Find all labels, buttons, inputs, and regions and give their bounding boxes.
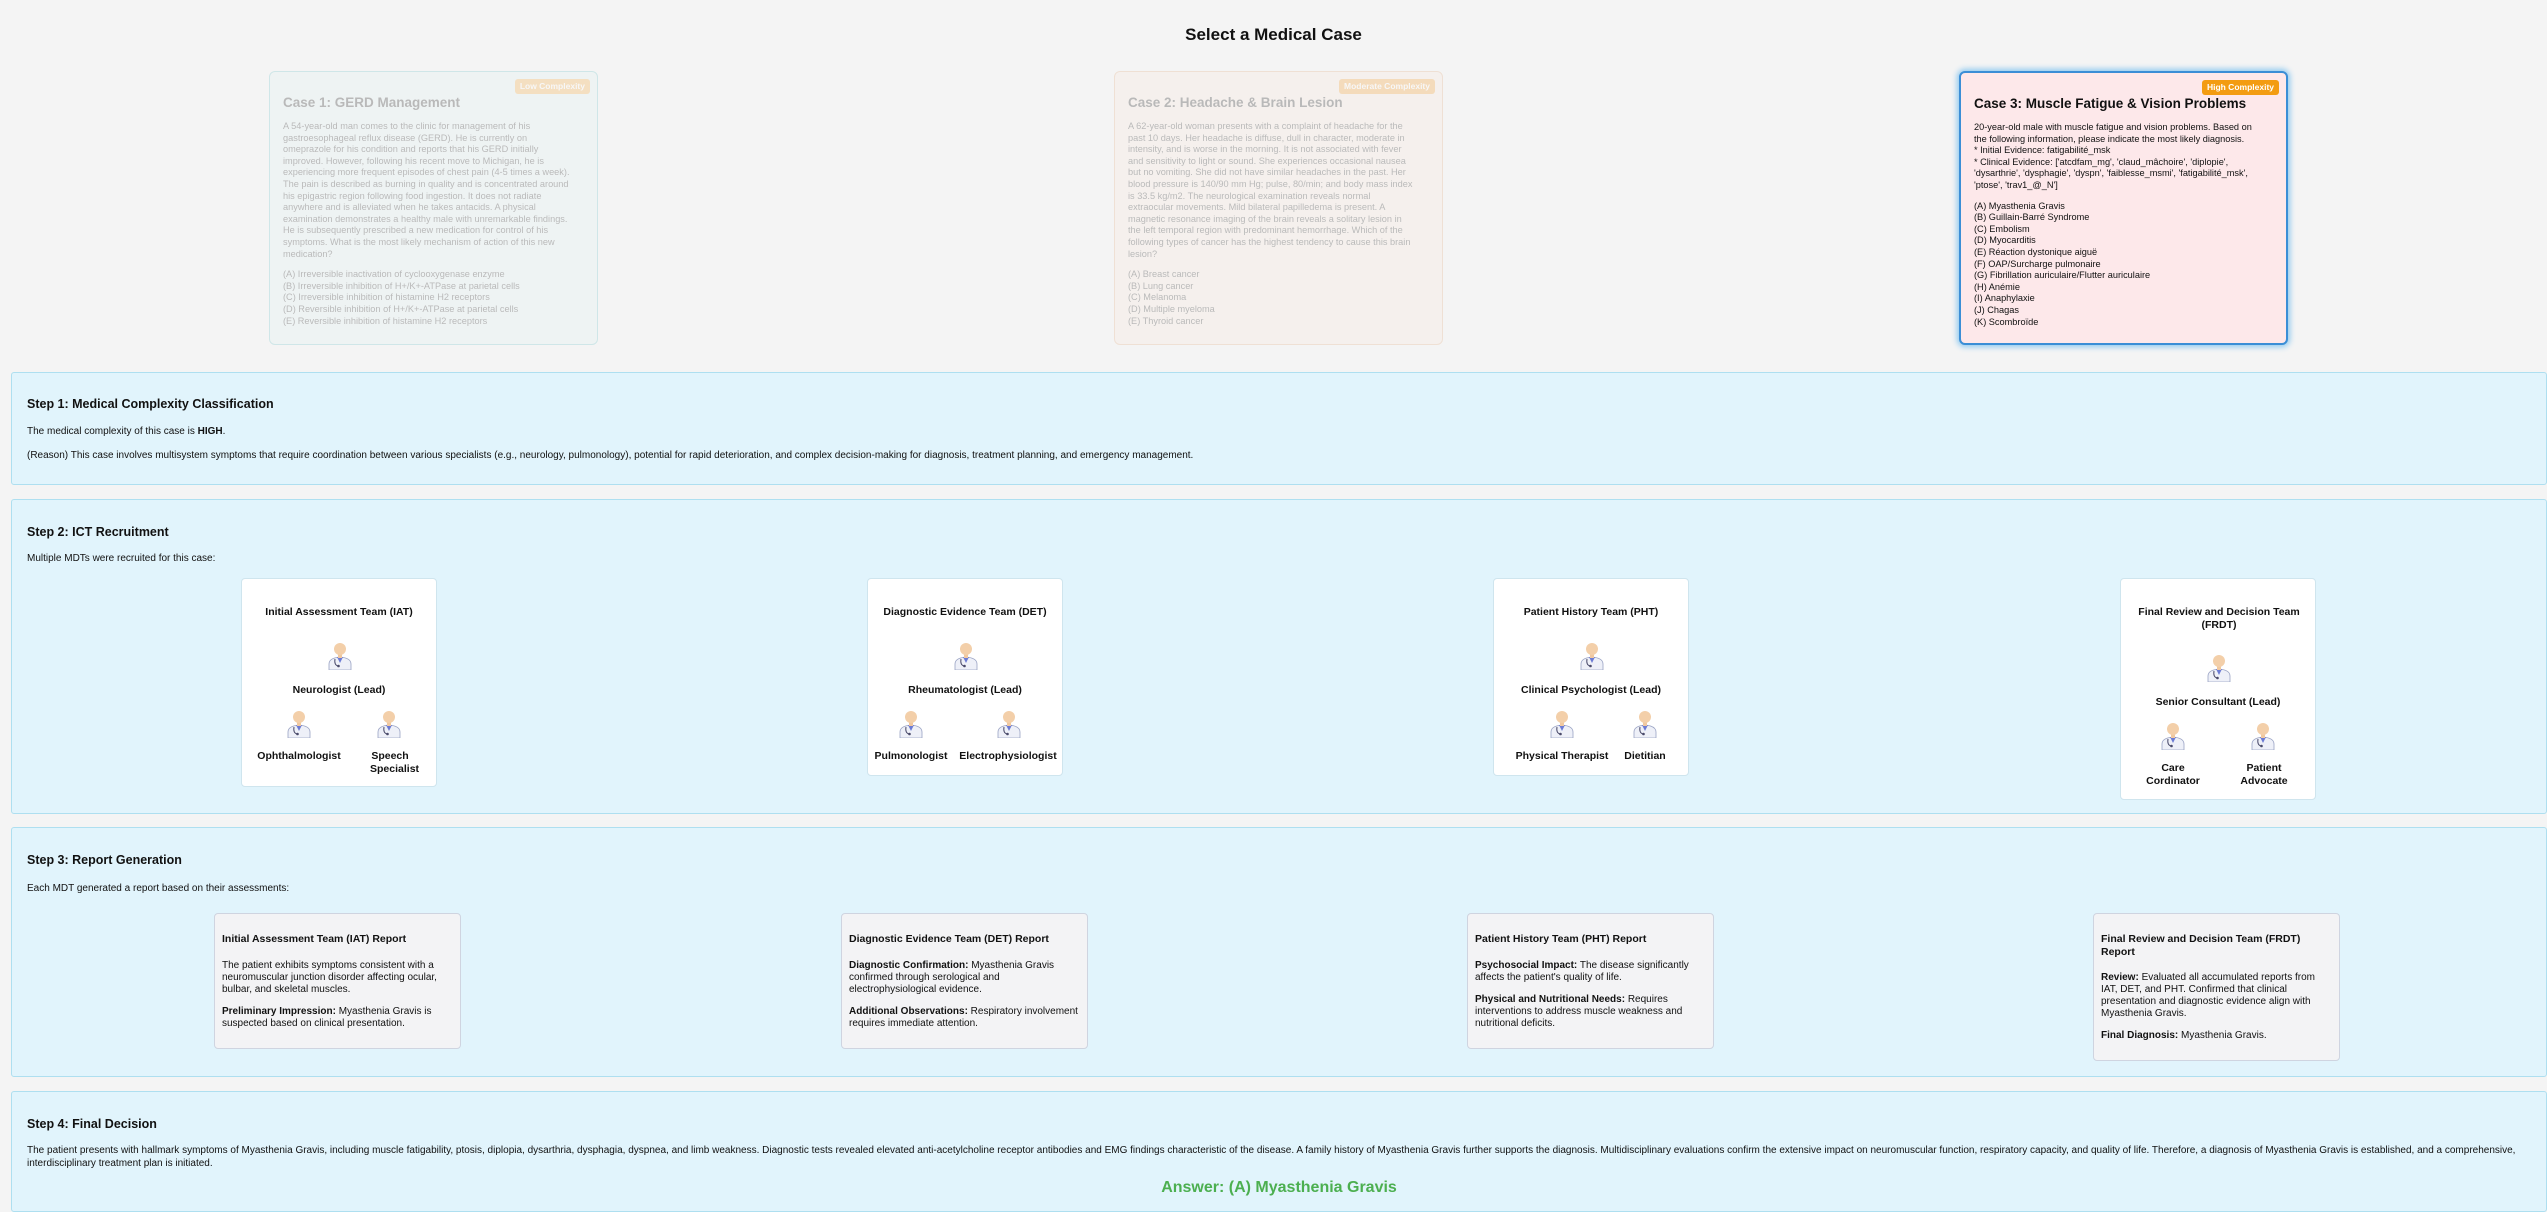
- case-options: (A) Myasthenia Gravis (B) Guillain-Barré…: [1974, 200, 2151, 327]
- complexity-badge: High Complexity: [2201, 80, 2279, 95]
- team-member: Electrophysiologist: [959, 750, 1057, 762]
- doctor-avatar-icon: [375, 706, 403, 738]
- complexity-statement: The medical complexity of this case is H…: [27, 426, 225, 439]
- team-lead: Clinical Psychologist (Lead): [1520, 684, 1662, 696]
- team-member: Dietitian: [1624, 750, 1666, 762]
- case-description: A 62-year-old woman presents with a comp…: [1128, 121, 1413, 259]
- step2-recruitment-section: Step 2: ICT Recruitment Multiple MDTs we…: [11, 499, 2547, 814]
- report-paragraph: Preliminary Impression: Myasthenia Gravi…: [222, 1006, 453, 1030]
- doctor-avatar-icon: [897, 706, 925, 738]
- step-title: Step 3: Report Generation: [27, 853, 182, 867]
- report-paragraph: The patient exhibits symptoms consistent…: [222, 960, 453, 996]
- report-title: Diagnostic Evidence Team (DET) Report: [849, 933, 1049, 945]
- step-title: Step 1: Medical Complexity Classificatio…: [27, 397, 274, 411]
- team-member: Ophthalmologist: [257, 750, 341, 762]
- report-text: The patient exhibits symptoms consistent…: [222, 959, 437, 995]
- step3-report-section: Step 3: Report Generation Each MDT gener…: [11, 827, 2547, 1077]
- step-subtitle: Each MDT generated a report based on the…: [27, 883, 290, 894]
- report-label: Final Diagnosis:: [2101, 1030, 2179, 1042]
- team-card-frdt: Final Review and Decision Team (FRDT) Se…: [2120, 578, 2316, 800]
- team-name: Final Review and Decision Team (FRDT): [2138, 606, 2300, 632]
- team-member: Patient Advocate: [2240, 762, 2288, 787]
- complexity-badge: Low Complexity: [514, 79, 590, 94]
- doctor-avatar-icon: [2249, 718, 2277, 750]
- report-card-frdt: Final Review and Decision Team (FRDT) Re…: [2093, 913, 2340, 1062]
- report-paragraph: Review: Evaluated all accumulated report…: [2101, 972, 2332, 1020]
- report-title: Final Review and Decision Team (FRDT) Re…: [2101, 933, 2301, 958]
- team-lead: Senior Consultant (Lead): [2155, 696, 2281, 708]
- complexity-badge: Moderate Complexity: [1339, 79, 1435, 94]
- complexity-level: HIGH: [197, 426, 223, 437]
- doctor-avatar-icon: [1548, 706, 1576, 738]
- team-card-pht: Patient History Team (PHT) Clinical Psyc…: [1493, 578, 1689, 776]
- report-text: Myasthenia Gravis.: [2178, 1030, 2267, 1042]
- step4-final-decision-section: Step 4: Final Decision The patient prese…: [11, 1091, 2547, 1212]
- report-paragraph: Diagnostic Confirmation: Myasthenia Grav…: [849, 960, 1080, 996]
- final-decision-text: The patient presents with hallmark sympt…: [27, 1145, 2516, 1169]
- case-title: Case 2: Headache & Brain Lesion: [1128, 95, 1343, 110]
- step-title: Step 4: Final Decision: [27, 1117, 157, 1131]
- doctor-avatar-icon: [2205, 650, 2233, 682]
- case-title: Case 3: Muscle Fatigue & Vision Problems: [1974, 96, 2247, 111]
- step1-complexity-section: Step 1: Medical Complexity Classificatio…: [11, 372, 2547, 485]
- case-card-1[interactable]: Low Complexity Case 1: GERD Management A…: [269, 71, 598, 345]
- team-name: Diagnostic Evidence Team (DET): [883, 606, 1047, 618]
- doctor-avatar-icon: [2159, 718, 2187, 750]
- report-label: Preliminary Impression:: [222, 1005, 336, 1017]
- doctor-avatar-icon: [1578, 638, 1606, 670]
- doctor-avatar-icon: [326, 638, 354, 670]
- team-member: Pulmonologist: [874, 750, 948, 762]
- report-title: Patient History Team (PHT) Report: [1475, 933, 1647, 945]
- case-card-3-selected[interactable]: High Complexity Case 3: Muscle Fatigue &…: [1959, 71, 2288, 345]
- report-title: Initial Assessment Team (IAT) Report: [222, 933, 407, 945]
- team-member: Speech Specialist: [370, 750, 420, 775]
- report-paragraph: Physical and Nutritional Needs: Requires…: [1475, 994, 1706, 1030]
- step-subtitle: Multiple MDTs were recruited for this ca…: [27, 553, 216, 564]
- report-card-pht: Patient History Team (PHT) Report Psycho…: [1467, 913, 1714, 1049]
- case-title: Case 1: GERD Management: [283, 95, 461, 110]
- doctor-avatar-icon: [285, 706, 313, 738]
- team-card-det: Diagnostic Evidence Team (DET) Rheumatol…: [867, 578, 1063, 776]
- case-card-2[interactable]: Moderate Complexity Case 2: Headache & B…: [1114, 71, 1443, 345]
- case-options: (A) Breast cancer (B) Lung cancer (C) Me…: [1128, 269, 1215, 326]
- team-name: Initial Assessment Team (IAT): [265, 606, 413, 618]
- case-description: A 54-year-old man comes to the clinic fo…: [283, 121, 570, 259]
- team-lead: Neurologist (Lead): [292, 684, 386, 696]
- report-label: Additional Observations:: [849, 1005, 968, 1017]
- report-paragraph: Final Diagnosis: Myasthenia Gravis.: [2101, 1030, 2332, 1042]
- team-member: Care Cordinator: [2146, 762, 2200, 787]
- doctor-avatar-icon: [952, 638, 980, 670]
- doctor-avatar-icon: [995, 706, 1023, 738]
- report-paragraph: Psychosocial Impact: The disease signifi…: [1475, 960, 1706, 984]
- case-description: 20-year-old male with muscle fatigue and…: [1974, 122, 2252, 190]
- team-member: Physical Therapist: [1515, 750, 1609, 762]
- step-title: Step 2: ICT Recruitment: [27, 525, 169, 539]
- report-label: Diagnostic Confirmation:: [849, 959, 969, 971]
- report-label: Psychosocial Impact:: [1475, 959, 1578, 971]
- report-card-iat: Initial Assessment Team (IAT) Report The…: [214, 913, 461, 1049]
- case-options: (A) Irreversible inactivation of cycloox…: [283, 269, 520, 326]
- team-name: Patient History Team (PHT): [1523, 606, 1659, 618]
- report-label: Review:: [2101, 972, 2139, 984]
- team-lead: Rheumatologist (Lead): [908, 684, 1022, 696]
- doctor-avatar-icon: [1631, 706, 1659, 738]
- report-card-det: Diagnostic Evidence Team (DET) Report Di…: [841, 913, 1088, 1049]
- final-answer: Answer: (A) Myasthenia Gravis: [1161, 1179, 1397, 1196]
- report-paragraph: Additional Observations: Respiratory inv…: [849, 1006, 1080, 1030]
- report-label: Physical and Nutritional Needs:: [1475, 993, 1626, 1005]
- team-card-iat: Initial Assessment Team (IAT) Neurologis…: [241, 578, 437, 787]
- page-title: Select a Medical Case: [1185, 25, 1362, 44]
- complexity-suffix: .: [222, 426, 226, 437]
- complexity-reason: (Reason) This case involves multisystem …: [27, 450, 1194, 461]
- complexity-prefix: The medical complexity of this case is: [27, 426, 198, 437]
